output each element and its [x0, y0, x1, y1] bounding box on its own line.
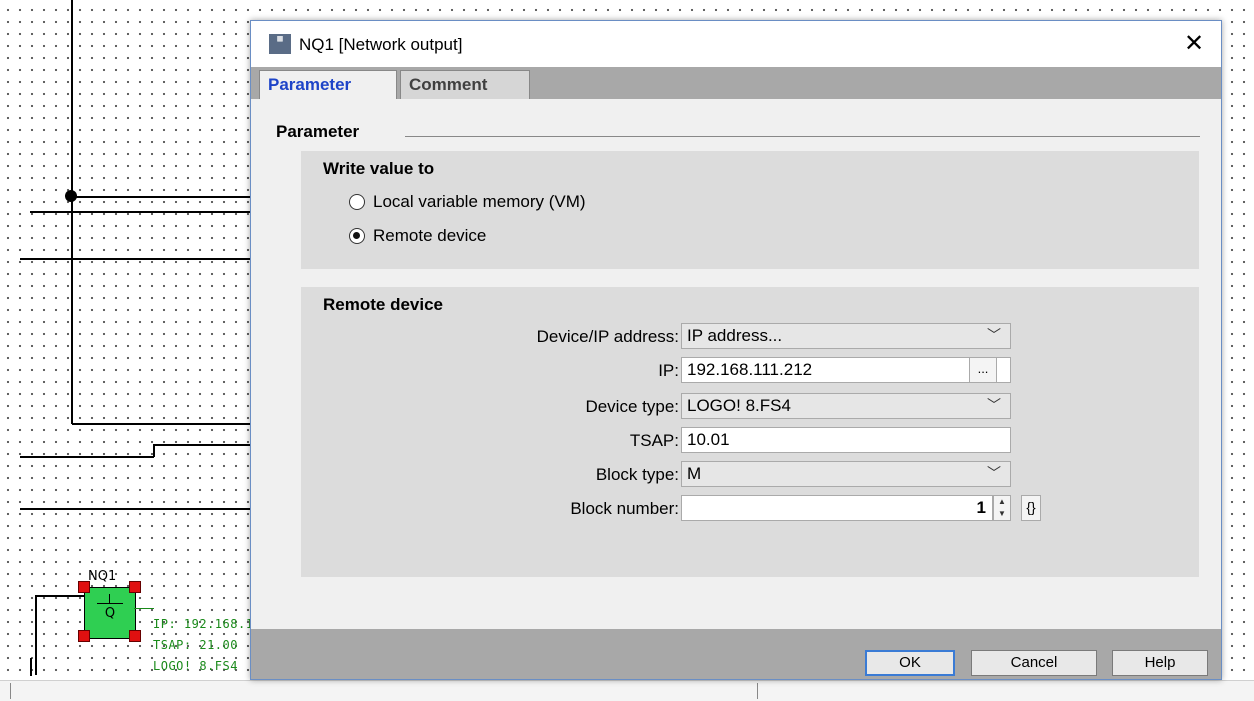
write-value-group: Write value to Local variable memory (VM… [301, 151, 1199, 269]
wire-block-in-v [35, 595, 37, 675]
network-output-dialog: ▦ NQ1 [Network output] ✕ Parameter Comme… [250, 20, 1222, 680]
variable-reference-button[interactable]: {} [1021, 495, 1041, 521]
remote-device-group: Remote device Device/IP address: IP addr… [301, 287, 1199, 577]
close-icon[interactable]: ✕ [1179, 29, 1209, 59]
chevron-down-icon: ﹀ [987, 397, 1001, 413]
status-separator [757, 683, 758, 699]
resize-handle-bottom-left[interactable] [78, 630, 90, 642]
tsap-value: 10.01 [687, 430, 730, 449]
ok-button[interactable]: OK [865, 650, 955, 676]
wire-horizontal-3 [72, 423, 252, 425]
dialog-content: Parameter Write value to Local variable … [251, 99, 1221, 629]
wire-horizontal-2 [20, 258, 252, 260]
wire-block-ground [30, 658, 32, 676]
tsap-label: TSAP: [629, 431, 679, 450]
block-number-stepper[interactable]: ▲ ▼ [993, 495, 1011, 521]
wire-horizontal-1 [72, 196, 252, 198]
radio-remote-device[interactable]: Remote device [349, 225, 486, 247]
device-ip-label: Device/IP address: [536, 327, 679, 346]
wire-horizontal-4b [153, 444, 252, 446]
tab-strip: Parameter Comment [251, 67, 1221, 99]
radio-label: Remote device [373, 226, 487, 245]
section-title: Parameter [276, 122, 360, 141]
help-button[interactable]: Help [1112, 650, 1208, 676]
wire-horizontal-4a [20, 456, 154, 458]
radio-label: Local variable memory (VM) [373, 192, 586, 211]
tab-parameter[interactable]: Parameter [259, 70, 397, 99]
wire-block-in-h [35, 595, 85, 597]
wire-junction-dot [65, 190, 77, 202]
ip-label: IP: [658, 361, 679, 380]
resize-handle-top-right[interactable] [129, 581, 141, 593]
dialog-footer: OK Cancel Help [251, 629, 1221, 679]
dialog-titlebar[interactable]: ▦ NQ1 [Network output] ✕ [251, 21, 1221, 67]
block-label: NQ1 [88, 569, 117, 584]
ip-browse-button[interactable]: ... [969, 357, 997, 383]
device-type-label: Device type: [585, 397, 679, 416]
resize-handle-bottom-right[interactable] [129, 630, 141, 642]
tsap-input[interactable]: 10.01 [681, 427, 1011, 453]
radio-button-checked[interactable] [349, 228, 365, 244]
cancel-button[interactable]: Cancel [971, 650, 1097, 676]
block-number-input[interactable]: 1 [681, 495, 993, 521]
stepper-down-icon[interactable]: ▼ [994, 508, 1010, 520]
block-number-label: Block number: [570, 499, 679, 518]
block-info-device: LOGO! 8.FS4 [153, 659, 238, 673]
chevron-down-icon: ﹀ [987, 465, 1001, 481]
block-type-value: M [687, 464, 702, 483]
block-type-label: Block type: [595, 465, 679, 484]
device-type-select[interactable]: LOGO! 8.FS4 ﹀ [681, 393, 1011, 419]
block-type-select[interactable]: M ﹀ [681, 461, 1011, 487]
ip-input[interactable]: 192.168.111.212 [681, 357, 1011, 383]
write-value-title: Write value to [323, 159, 435, 178]
block-pin-bar [97, 603, 123, 604]
block-symbol: Q [104, 606, 116, 621]
radio-local-vm[interactable]: Local variable memory (VM) [349, 191, 586, 213]
device-ip-select[interactable]: IP address... ﹀ [681, 323, 1011, 349]
section-divider [405, 136, 1200, 137]
status-bar [0, 680, 1254, 701]
wire-horizontal-5 [20, 508, 252, 510]
dialog-title: NQ1 [Network output] [299, 35, 463, 54]
status-separator [10, 683, 11, 699]
logo-network-output-icon: ▦ [269, 34, 291, 54]
chevron-down-icon: ﹀ [987, 327, 1001, 343]
ip-value: 192.168.111.212 [687, 360, 813, 379]
device-type-value: LOGO! 8.FS4 [687, 396, 791, 415]
tab-comment[interactable]: Comment [400, 70, 530, 99]
block-output-stub [134, 608, 154, 609]
block-info-tsap: TSAP: 21.00 [153, 638, 238, 652]
resize-handle-top-left[interactable] [78, 581, 90, 593]
remote-device-title: Remote device [323, 295, 443, 314]
stepper-up-icon[interactable]: ▲ [994, 496, 1010, 508]
block-info-ip: IP: 192.168.111.212 [153, 617, 251, 631]
device-ip-value: IP address... [687, 326, 783, 345]
wire-horizontal-1b [30, 211, 252, 213]
radio-button[interactable] [349, 194, 365, 210]
